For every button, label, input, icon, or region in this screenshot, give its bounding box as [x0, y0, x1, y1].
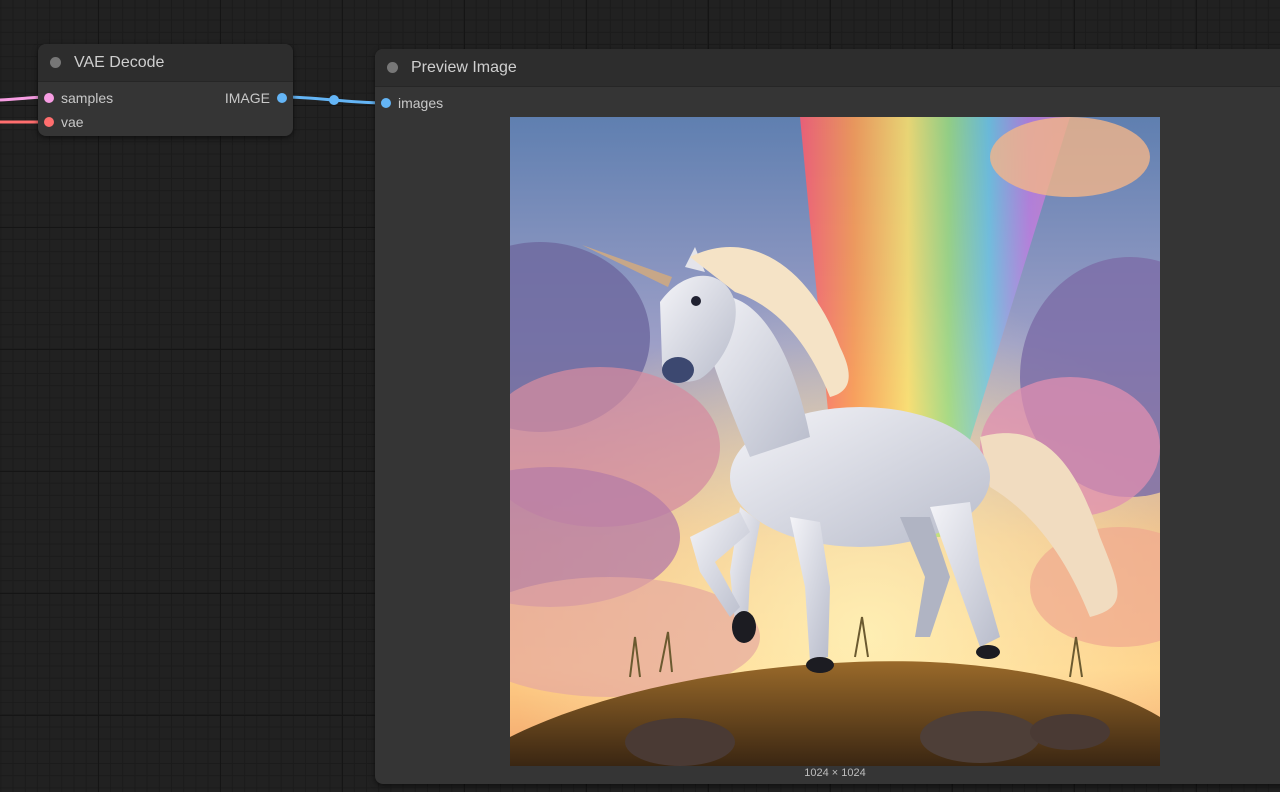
- vae-decode-title-bar[interactable]: VAE Decode: [38, 44, 293, 82]
- preview-image[interactable]: [510, 117, 1160, 766]
- link-center-handle[interactable]: [329, 95, 339, 105]
- images-slot-dot-icon[interactable]: [381, 98, 391, 108]
- node-title: VAE Decode: [74, 54, 165, 71]
- collapse-toggle-icon[interactable]: [387, 62, 398, 73]
- image-dimensions: 1024 × 1024: [804, 767, 866, 779]
- node-title: Preview Image: [411, 59, 517, 76]
- slot-label: IMAGE: [224, 90, 270, 106]
- slot-label: samples: [61, 90, 114, 106]
- image-slot-dot-icon[interactable]: [277, 93, 287, 103]
- image-link[interactable]: [281, 95, 387, 105]
- vae-slot-dot-icon[interactable]: [44, 117, 54, 127]
- input-slot-images[interactable]: images: [375, 93, 535, 113]
- preview-image-node[interactable]: Preview Image images 1024 × 1024: [375, 49, 1280, 784]
- collapse-toggle-icon[interactable]: [50, 57, 61, 68]
- preview-image-title-bar[interactable]: Preview Image: [375, 49, 1280, 87]
- slot-label: vae: [61, 114, 84, 130]
- output-slot-image[interactable]: IMAGE: [173, 88, 293, 108]
- slot-label: images: [398, 95, 444, 111]
- samples-slot-dot-icon[interactable]: [44, 93, 54, 103]
- vae-decode-node[interactable]: VAE Decode samples vae IMAGE: [38, 44, 293, 136]
- graph-canvas[interactable]: VAE Decode samples vae IMAGE Preview Ima…: [0, 0, 1280, 792]
- unicorn-image-icon: [510, 117, 1160, 766]
- input-slot-vae[interactable]: vae: [38, 112, 198, 132]
